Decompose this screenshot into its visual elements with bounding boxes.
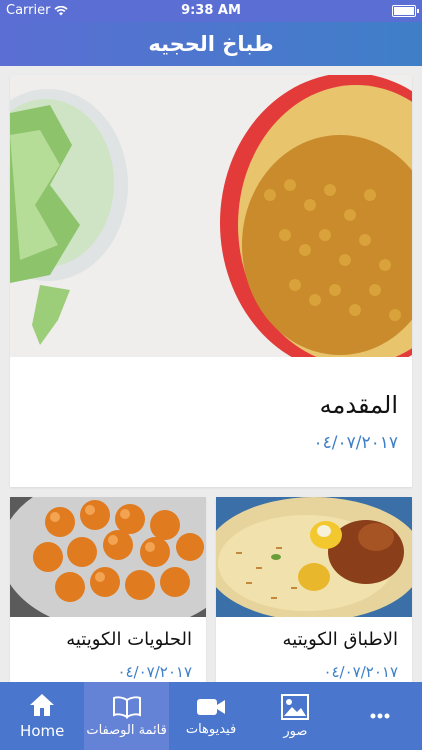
tab-videos[interactable]: فيديوهات <box>169 682 253 750</box>
status-time: 9:38 AM <box>181 3 241 18</box>
video-camera-icon <box>197 698 226 715</box>
tab-photos-label: صور <box>283 723 308 739</box>
tab-videos-label: فيديوهات <box>185 721 237 737</box>
picture-icon <box>281 693 310 720</box>
dishes-image <box>216 497 412 617</box>
tab-bar: Home قائمة الوصفات فيديوهات صور <box>0 682 422 750</box>
featured-recipe-title: المقدمه <box>319 391 398 419</box>
tab-home[interactable]: Home <box>0 682 84 750</box>
tab-home-label: Home <box>20 722 65 740</box>
battery-icon <box>392 5 419 17</box>
dishes-title: الاطباق الكويتيه <box>282 629 398 650</box>
dishes-date: ٠٤/٠٧/٢٠١٧ <box>323 663 398 681</box>
more-dots-icon <box>370 713 390 719</box>
tab-photos[interactable]: صور <box>253 682 337 750</box>
recipe-card-dishes[interactable]: الاطباق الكويتيه ٠٤/٠٧/٢٠١٧ <box>216 497 412 682</box>
nav-bar: طباخ الحجيه <box>0 22 422 66</box>
featured-recipe-card[interactable]: المقدمه ٠٤/٠٧/٢٠١٧ <box>10 75 412 487</box>
home-icon <box>30 694 55 716</box>
recipe-card-sweets[interactable]: الحلويات الكويتيه ٠٤/٠٧/٢٠١٧ <box>10 497 206 682</box>
status-bar: Carrier 9:38 AM <box>0 0 422 22</box>
tab-more[interactable] <box>338 682 422 750</box>
featured-recipe-image <box>10 75 412 357</box>
tab-recipes-label: قائمة الوصفات <box>86 722 167 738</box>
sweets-title: الحلويات الكويتيه <box>66 629 192 650</box>
page-title: طباخ الحجيه <box>148 32 274 56</box>
tab-recipes[interactable]: قائمة الوصفات <box>84 682 169 750</box>
sweets-image <box>10 497 206 617</box>
featured-recipe-date: ٠٤/٠٧/٢٠١٧ <box>313 433 398 453</box>
sweets-date: ٠٤/٠٧/٢٠١٧ <box>117 663 192 681</box>
book-icon <box>112 695 141 719</box>
